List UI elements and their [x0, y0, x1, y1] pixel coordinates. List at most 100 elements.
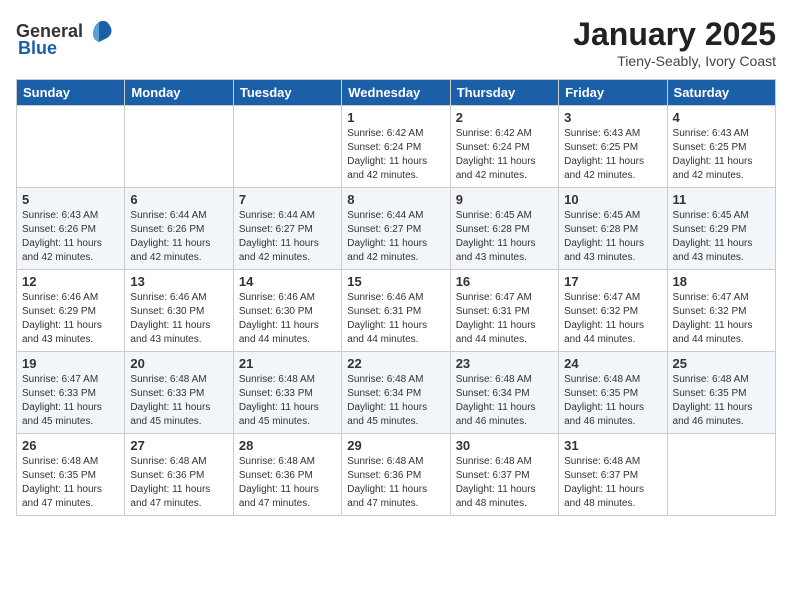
day-number: 9: [456, 192, 553, 207]
day-number: 10: [564, 192, 661, 207]
day-header-friday: Friday: [559, 80, 667, 106]
week-row-5: 26 Sunrise: 6:48 AM Sunset: 6:35 PM Dayli…: [17, 434, 776, 516]
logo-blue: Blue: [18, 38, 57, 59]
day-number: 4: [673, 110, 770, 125]
day-info: Sunrise: 6:44 AM Sunset: 6:27 PM Dayligh…: [347, 209, 444, 265]
day-info: Sunrise: 6:48 AM Sunset: 6:35 PM Dayligh…: [22, 455, 119, 511]
day-number: 2: [456, 110, 553, 125]
day-number: 6: [130, 192, 227, 207]
day-cell: [125, 106, 233, 188]
day-info: Sunrise: 6:44 AM Sunset: 6:27 PM Dayligh…: [239, 209, 336, 265]
day-cell: 19 Sunrise: 6:47 AM Sunset: 6:33 PM Dayli…: [17, 352, 125, 434]
day-header-wednesday: Wednesday: [342, 80, 450, 106]
day-number: 23: [456, 356, 553, 371]
day-info: Sunrise: 6:48 AM Sunset: 6:34 PM Dayligh…: [456, 373, 553, 429]
day-info: Sunrise: 6:45 AM Sunset: 6:28 PM Dayligh…: [564, 209, 661, 265]
day-cell: [17, 106, 125, 188]
day-info: Sunrise: 6:47 AM Sunset: 6:33 PM Dayligh…: [22, 373, 119, 429]
day-info: Sunrise: 6:45 AM Sunset: 6:28 PM Dayligh…: [456, 209, 553, 265]
day-number: 14: [239, 274, 336, 289]
day-number: 11: [673, 192, 770, 207]
day-info: Sunrise: 6:44 AM Sunset: 6:26 PM Dayligh…: [130, 209, 227, 265]
day-info: Sunrise: 6:48 AM Sunset: 6:37 PM Dayligh…: [456, 455, 553, 511]
day-number: 12: [22, 274, 119, 289]
day-cell: 30Sunrise: 6:48 AM Sunset: 6:37 PM Dayli…: [450, 434, 558, 516]
day-number: 25: [673, 356, 770, 371]
day-cell: 27Sunrise: 6:48 AM Sunset: 6:36 PM Dayli…: [125, 434, 233, 516]
day-number: 28: [239, 438, 336, 453]
day-number: 7: [239, 192, 336, 207]
day-number: 24: [564, 356, 661, 371]
day-cell: 18Sunrise: 6:47 AM Sunset: 6:32 PM Dayli…: [667, 270, 775, 352]
day-info: Sunrise: 6:47 AM Sunset: 6:32 PM Dayligh…: [564, 291, 661, 347]
day-cell: 23 Sunrise: 6:48 AM Sunset: 6:34 PM Dayli…: [450, 352, 558, 434]
header-row: SundayMondayTuesdayWednesdayThursdayFrid…: [17, 80, 776, 106]
day-cell: 14Sunrise: 6:46 AM Sunset: 6:30 PM Dayli…: [233, 270, 341, 352]
day-cell: [233, 106, 341, 188]
day-info: Sunrise: 6:46 AM Sunset: 6:29 PM Dayligh…: [22, 291, 119, 347]
title-area: January 2025 Tieny-Seably, Ivory Coast: [573, 16, 776, 69]
day-header-monday: Monday: [125, 80, 233, 106]
day-cell: 28 Sunrise: 6:48 AM Sunset: 6:36 PM Dayli…: [233, 434, 341, 516]
day-cell: 5Sunrise: 6:43 AM Sunset: 6:26 PM Daylig…: [17, 188, 125, 270]
day-info: Sunrise: 6:46 AM Sunset: 6:31 PM Dayligh…: [347, 291, 444, 347]
day-cell: 1 Sunrise: 6:42 AM Sunset: 6:24 PM Daylig…: [342, 106, 450, 188]
logo: General Blue: [16, 16, 115, 59]
day-info: Sunrise: 6:42 AM Sunset: 6:24 PM Dayligh…: [456, 127, 553, 183]
day-cell: 31Sunrise: 6:48 AM Sunset: 6:37 PM Dayli…: [559, 434, 667, 516]
week-row-1: 1 Sunrise: 6:42 AM Sunset: 6:24 PM Daylig…: [17, 106, 776, 188]
day-number: 15: [347, 274, 444, 289]
day-info: Sunrise: 6:48 AM Sunset: 6:36 PM Dayligh…: [239, 455, 336, 511]
day-cell: 6 Sunrise: 6:44 AM Sunset: 6:26 PM Daylig…: [125, 188, 233, 270]
day-info: Sunrise: 6:48 AM Sunset: 6:36 PM Dayligh…: [347, 455, 444, 511]
day-cell: 20Sunrise: 6:48 AM Sunset: 6:33 PM Dayli…: [125, 352, 233, 434]
day-info: Sunrise: 6:43 AM Sunset: 6:25 PM Dayligh…: [564, 127, 661, 183]
day-cell: 9 Sunrise: 6:45 AM Sunset: 6:28 PM Daylig…: [450, 188, 558, 270]
day-info: Sunrise: 6:46 AM Sunset: 6:30 PM Dayligh…: [130, 291, 227, 347]
day-info: Sunrise: 6:48 AM Sunset: 6:35 PM Dayligh…: [564, 373, 661, 429]
day-number: 1: [347, 110, 444, 125]
calendar-table: SundayMondayTuesdayWednesdayThursdayFrid…: [16, 79, 776, 516]
day-cell: 11 Sunrise: 6:45 AM Sunset: 6:29 PM Dayli…: [667, 188, 775, 270]
day-header-saturday: Saturday: [667, 80, 775, 106]
month-title: January 2025: [573, 16, 776, 53]
day-number: 31: [564, 438, 661, 453]
location-title: Tieny-Seably, Ivory Coast: [573, 53, 776, 69]
day-number: 16: [456, 274, 553, 289]
day-number: 22: [347, 356, 444, 371]
day-info: Sunrise: 6:48 AM Sunset: 6:36 PM Dayligh…: [130, 455, 227, 511]
day-cell: 26 Sunrise: 6:48 AM Sunset: 6:35 PM Dayli…: [17, 434, 125, 516]
logo-icon: [85, 16, 115, 46]
day-number: 29: [347, 438, 444, 453]
day-info: Sunrise: 6:48 AM Sunset: 6:34 PM Dayligh…: [347, 373, 444, 429]
day-cell: 4 Sunrise: 6:43 AM Sunset: 6:25 PM Daylig…: [667, 106, 775, 188]
day-info: Sunrise: 6:48 AM Sunset: 6:33 PM Dayligh…: [239, 373, 336, 429]
day-cell: 21 Sunrise: 6:48 AM Sunset: 6:33 PM Dayli…: [233, 352, 341, 434]
day-number: 21: [239, 356, 336, 371]
day-info: Sunrise: 6:47 AM Sunset: 6:31 PM Dayligh…: [456, 291, 553, 347]
day-number: 17: [564, 274, 661, 289]
week-row-2: 5Sunrise: 6:43 AM Sunset: 6:26 PM Daylig…: [17, 188, 776, 270]
day-number: 19: [22, 356, 119, 371]
day-info: Sunrise: 6:47 AM Sunset: 6:32 PM Dayligh…: [673, 291, 770, 347]
day-cell: 29 Sunrise: 6:48 AM Sunset: 6:36 PM Dayli…: [342, 434, 450, 516]
day-info: Sunrise: 6:48 AM Sunset: 6:35 PM Dayligh…: [673, 373, 770, 429]
day-number: 26: [22, 438, 119, 453]
day-header-sunday: Sunday: [17, 80, 125, 106]
day-info: Sunrise: 6:48 AM Sunset: 6:33 PM Dayligh…: [130, 373, 227, 429]
week-row-3: 12 Sunrise: 6:46 AM Sunset: 6:29 PM Dayli…: [17, 270, 776, 352]
day-cell: 2 Sunrise: 6:42 AM Sunset: 6:24 PM Daylig…: [450, 106, 558, 188]
day-info: Sunrise: 6:43 AM Sunset: 6:25 PM Dayligh…: [673, 127, 770, 183]
day-info: Sunrise: 6:43 AM Sunset: 6:26 PM Dayligh…: [22, 209, 119, 265]
day-cell: 13Sunrise: 6:46 AM Sunset: 6:30 PM Dayli…: [125, 270, 233, 352]
day-header-thursday: Thursday: [450, 80, 558, 106]
day-info: Sunrise: 6:45 AM Sunset: 6:29 PM Dayligh…: [673, 209, 770, 265]
day-cell: 25 Sunrise: 6:48 AM Sunset: 6:35 PM Dayli…: [667, 352, 775, 434]
day-info: Sunrise: 6:42 AM Sunset: 6:24 PM Dayligh…: [347, 127, 444, 183]
day-cell: 15 Sunrise: 6:46 AM Sunset: 6:31 PM Dayli…: [342, 270, 450, 352]
day-cell: 17 Sunrise: 6:47 AM Sunset: 6:32 PM Dayli…: [559, 270, 667, 352]
day-cell: 12 Sunrise: 6:46 AM Sunset: 6:29 PM Dayli…: [17, 270, 125, 352]
day-cell: 16 Sunrise: 6:47 AM Sunset: 6:31 PM Dayli…: [450, 270, 558, 352]
day-cell: 8Sunrise: 6:44 AM Sunset: 6:27 PM Daylig…: [342, 188, 450, 270]
day-cell: 24 Sunrise: 6:48 AM Sunset: 6:35 PM Dayli…: [559, 352, 667, 434]
